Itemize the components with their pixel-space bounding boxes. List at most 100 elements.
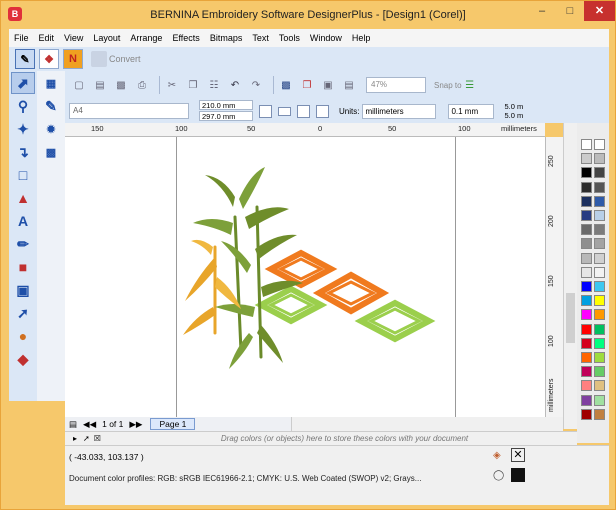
eyedropper-tool-icon[interactable]: ➚ (11, 302, 35, 324)
snap-options-icon[interactable]: ☰ (462, 77, 478, 93)
color-swatch[interactable] (594, 394, 605, 406)
open-icon[interactable]: ▤ (92, 77, 108, 93)
title-bar[interactable]: B BERNINA Embroidery Software DesignerPl… (1, 1, 615, 29)
color-swatch[interactable] (581, 167, 592, 179)
maximize-button[interactable]: □ (556, 1, 584, 21)
drawing-canvas[interactable] (65, 137, 545, 417)
page-height-input[interactable]: 297.0 mm (199, 111, 253, 121)
last-page-icon[interactable]: ▶▶ (129, 419, 142, 430)
menu-tools[interactable]: Tools (274, 29, 305, 47)
color-swatch[interactable] (581, 295, 592, 307)
outline-indicator-icon[interactable]: ◯ (493, 470, 505, 484)
color-swatch[interactable] (594, 323, 605, 335)
color-swatch[interactable] (581, 181, 592, 193)
outline-tool-icon[interactable]: ● (11, 325, 35, 347)
color-swatch[interactable] (594, 266, 605, 278)
crop-tool-icon[interactable]: ↴ (11, 141, 35, 163)
fill-effect-icon[interactable]: ■ (11, 256, 35, 278)
nudge-distance-input[interactable]: 0.1 mm (448, 103, 495, 119)
horizontal-ruler[interactable]: 150 100 50 0 50 100 millimeters (65, 123, 545, 137)
convert-button[interactable]: Convert (91, 51, 141, 67)
color-swatch[interactable] (594, 366, 605, 378)
minimize-button[interactable]: – (528, 1, 556, 21)
color-swatch[interactable] (581, 380, 592, 392)
color-swatch[interactable] (581, 281, 592, 292)
embroidery-design[interactable] (65, 137, 545, 417)
add-page-icon[interactable]: ▤ (69, 419, 77, 430)
menu-edit[interactable]: Edit (34, 29, 60, 47)
menu-file[interactable]: File (9, 29, 34, 47)
color-swatch[interactable] (594, 295, 605, 307)
no-color-swatch-icon[interactable]: ☒ (94, 434, 101, 443)
menu-text[interactable]: Text (247, 29, 274, 47)
transform-icon[interactable]: ✹ (39, 118, 63, 140)
page-size-select[interactable]: A4 (69, 103, 189, 119)
text-tool-icon[interactable]: A (11, 210, 35, 232)
color-swatch[interactable] (581, 337, 592, 349)
eyedropper-icon[interactable]: ➚ (83, 434, 90, 443)
color-swatch[interactable] (581, 309, 592, 321)
current-page-icon[interactable] (316, 104, 329, 118)
artwork-mode-icon[interactable]: ✎ (15, 49, 35, 69)
menu-arrange[interactable]: Arrange (125, 29, 167, 47)
symbol-icon[interactable]: ▩ (39, 141, 63, 163)
fill-none-swatch[interactable]: ✕ (511, 448, 525, 462)
menu-view[interactable]: View (59, 29, 88, 47)
color-swatch[interactable] (581, 210, 592, 221)
fill-indicator-icon[interactable]: ◈ (493, 450, 505, 462)
units-select[interactable]: millimeters (362, 103, 437, 119)
pen-tool-icon[interactable]: ✏ (11, 233, 35, 255)
color-swatch[interactable] (581, 394, 592, 406)
page-width-input[interactable]: 210.0 mm (199, 100, 253, 110)
new-icon[interactable]: ▢ (71, 77, 87, 93)
redo-icon[interactable]: ↷ (248, 77, 264, 93)
color-swatch[interactable] (581, 408, 592, 420)
rectangle-tool-icon[interactable]: □ (11, 164, 35, 186)
color-swatch[interactable] (594, 195, 605, 207)
vertical-ruler[interactable]: 250 200 150 100 millimeters (545, 137, 563, 417)
color-swatch[interactable] (581, 224, 592, 236)
application-launcher-icon[interactable]: ▤ (341, 77, 357, 93)
first-page-icon[interactable]: ◀◀ (83, 419, 96, 430)
copy-icon[interactable]: ❐ (185, 77, 201, 93)
green-diamond-motifs[interactable] (254, 285, 436, 343)
color-swatch[interactable] (594, 181, 605, 193)
color-swatch[interactable] (581, 323, 592, 335)
zoom-tool-icon[interactable]: ⚲ (11, 95, 35, 117)
drop-shadow-icon[interactable]: ▣ (11, 279, 35, 301)
color-swatch[interactable] (594, 380, 605, 392)
color-swatch[interactable] (581, 366, 592, 378)
color-swatch[interactable] (581, 195, 592, 207)
fill-tool-icon[interactable]: ◆ (11, 348, 35, 370)
vertical-scrollbar[interactable] (563, 123, 577, 429)
menu-window[interactable]: Window (305, 29, 347, 47)
object-manager-icon[interactable]: ▦ (39, 72, 63, 94)
stitch-mode-icon[interactable]: N (63, 49, 83, 69)
menu-bitmaps[interactable]: Bitmaps (205, 29, 248, 47)
color-swatch[interactable] (594, 352, 605, 363)
shape-tool-icon[interactable]: ✦ (11, 118, 35, 140)
color-swatch[interactable] (594, 408, 605, 420)
color-swatch[interactable] (581, 153, 592, 165)
landscape-icon[interactable] (278, 106, 291, 116)
pick-tool-icon[interactable]: ⬈ (11, 72, 35, 94)
color-swatch[interactable] (581, 252, 592, 264)
page-tab[interactable]: Page 1 (150, 418, 196, 430)
menu-effects[interactable]: Effects (167, 29, 204, 47)
save-icon[interactable]: ▩ (113, 77, 129, 93)
shapes-tool-icon[interactable]: ▲ (11, 187, 35, 209)
palette-arrow-icon[interactable]: ▸ (73, 434, 77, 443)
color-swatch[interactable] (581, 139, 592, 150)
color-swatch[interactable] (581, 238, 592, 250)
color-swatch[interactable] (594, 281, 605, 292)
color-swatch[interactable] (594, 139, 605, 150)
brush-icon[interactable]: ✎ (39, 95, 63, 117)
menu-help[interactable]: Help (347, 29, 376, 47)
color-swatch[interactable] (594, 252, 605, 264)
color-swatch[interactable] (594, 167, 605, 179)
color-swatch[interactable] (594, 224, 605, 236)
color-swatch[interactable] (594, 337, 605, 349)
import-icon[interactable]: ▩ (278, 77, 294, 93)
color-swatch[interactable] (594, 309, 605, 321)
cut-icon[interactable]: ✂ (164, 77, 180, 93)
